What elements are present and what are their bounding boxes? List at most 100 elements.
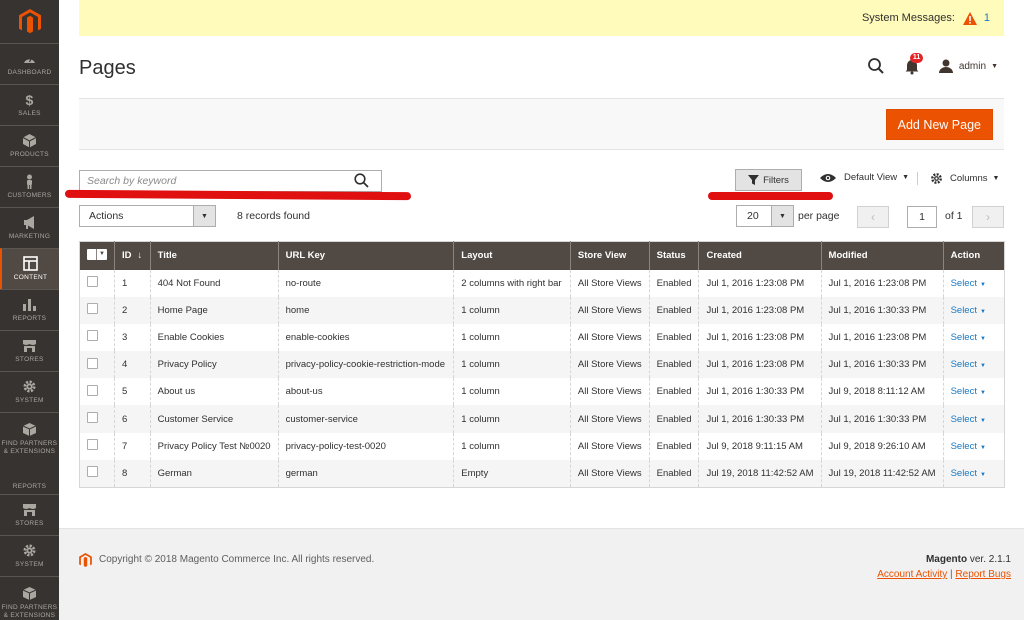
sidebar-item-reports[interactable]: REPORTS [0, 289, 59, 330]
sidebar-item-reports[interactable]: REPORTS [0, 464, 59, 494]
keyword-search-input[interactable]: Search by keyword [79, 170, 382, 192]
table-row[interactable]: 6 Customer Service customer-service 1 colum… [79, 405, 1005, 433]
column-header-layout[interactable]: Layout [453, 241, 571, 270]
row-action-select[interactable]: Select ▼ [951, 468, 986, 479]
row-checkbox[interactable] [87, 466, 98, 478]
warning-icon [962, 11, 977, 25]
cell-url: privacy-policy-cookie-restriction-mode [277, 351, 454, 379]
search-icon[interactable] [867, 57, 885, 75]
sidebar-item-label: CONTENT [13, 274, 48, 281]
sidebar-item-stores[interactable]: STORES [0, 330, 59, 371]
gear-icon [23, 544, 36, 557]
sidebar-item-marketing[interactable]: MARKETING [0, 207, 59, 248]
previous-page-button[interactable]: ‹ [857, 206, 889, 228]
system-messages-label: System Messages: [861, 12, 955, 24]
cell-store: All Store Views [569, 296, 650, 324]
search-icon[interactable] [354, 173, 369, 188]
sidebar-item-label: FIND PARTNERS & EXTENSIONS [1, 603, 58, 619]
cell-created: Jul 1, 2016 1:23:08 PM [698, 323, 822, 352]
sidebar-item-label: SYSTEM [15, 561, 44, 568]
mass-actions-dropdown[interactable]: Actions ▼ [79, 205, 216, 227]
sidebar-item-products[interactable]: PRODUCTS [0, 125, 59, 166]
cell-modified: Jul 1, 2016 1:30:33 PM [820, 351, 944, 379]
box-icon [22, 422, 37, 436]
table-row[interactable]: 2 Home Page home 1 column All Store Views Ena… [79, 296, 1005, 324]
row-checkbox[interactable] [87, 330, 98, 342]
column-header-modified[interactable]: Modified [820, 241, 944, 270]
column-header-title[interactable]: Title [149, 241, 279, 270]
caret-down-icon: ▼ [979, 390, 986, 397]
system-messages-count[interactable]: 1 [984, 12, 990, 24]
row-action-select[interactable]: Select ▼ [951, 332, 986, 343]
account-activity-link[interactable]: Account Activity [877, 569, 947, 580]
columns-control[interactable]: Columns ▼ [917, 172, 999, 185]
cell-layout: 1 column [453, 432, 571, 460]
sidebar-item-label: SYSTEM [15, 397, 44, 404]
table-row[interactable]: 5 About us about-us 1 column All Store Views… [79, 378, 1005, 406]
per-page-value: 20 [747, 210, 759, 222]
report-bugs-link[interactable]: Report Bugs [955, 569, 1011, 580]
cell-title: About us [149, 378, 279, 406]
row-action-select[interactable]: Select ▼ [951, 278, 986, 289]
row-checkbox[interactable] [87, 276, 98, 288]
next-page-button[interactable]: › [972, 206, 1004, 228]
per-page-select[interactable]: 20 ▼ [736, 205, 794, 227]
table-row[interactable]: 4 Privacy Policy privacy-policy-cookie-res… [79, 351, 1005, 379]
user-name: admin [958, 60, 987, 72]
cell-url: home [277, 296, 454, 324]
sidebar-item-sales[interactable]: $ SALES [0, 84, 59, 125]
page-number-input[interactable]: 1 [907, 206, 937, 228]
row-action-select[interactable]: Select ▼ [951, 305, 986, 316]
table-row[interactable]: 7 Privacy Policy Test №0020 privacy-policy… [79, 432, 1005, 460]
add-new-page-button[interactable]: Add New Page [885, 109, 993, 140]
cell-title: Enable Cookies [149, 323, 279, 352]
cell-action: Select ▼ [942, 296, 1005, 324]
row-checkbox[interactable] [87, 357, 98, 369]
column-header-status[interactable]: Status [648, 241, 699, 270]
row-action-select[interactable]: Select ▼ [951, 414, 986, 425]
sidebar-item-content[interactable]: CONTENT [0, 248, 59, 289]
version-number: ver. 2.1.1 [967, 554, 1011, 565]
table-row[interactable]: 8 German german Empty All Store Views Enabled… [79, 459, 1005, 487]
sidebar-item-system[interactable]: SYSTEM [0, 535, 59, 576]
table-row[interactable]: 3 Enable Cookies enable-cookies 1 column All… [79, 323, 1005, 352]
column-header-created[interactable]: Created [698, 241, 822, 270]
caret-down-icon: ▼ [979, 308, 986, 315]
main-content: System Messages: 1 Pages 11 admin ▼ Add … [59, 0, 1024, 620]
pages-grid: ▼ ID ↓ Title URL Key Layout Store View St… [79, 241, 1005, 488]
row-checkbox[interactable] [87, 439, 98, 451]
sidebar-item-dashboard[interactable]: DASHBOARD [0, 43, 59, 84]
chevron-down-icon[interactable]: ▼ [193, 206, 215, 226]
caret-down-icon: ▼ [979, 471, 986, 478]
row-checkbox[interactable] [87, 303, 98, 315]
chevron-down-icon[interactable]: ▼ [771, 206, 793, 226]
cell-action: Select ▼ [942, 432, 1005, 460]
row-action-select[interactable]: Select ▼ [951, 441, 986, 452]
row-action-select[interactable]: Select ▼ [951, 359, 986, 370]
notifications-button[interactable]: 11 [903, 53, 924, 75]
row-checkbox[interactable] [87, 412, 98, 424]
sidebar-item-find-partners-extensions[interactable]: FIND PARTNERS & EXTENSIONS [0, 412, 59, 464]
filters-button[interactable]: Filters [735, 169, 802, 191]
table-row[interactable]: 1 404 Not Found no-route 2 columns with rig… [79, 269, 1005, 297]
sidebar-item-system[interactable]: SYSTEM [0, 371, 59, 412]
mass-select-header[interactable]: ▼ [79, 241, 115, 270]
cell-created: Jul 1, 2016 1:30:33 PM [698, 405, 822, 433]
sidebar-item-stores[interactable]: STORES [0, 494, 59, 535]
row-action-select[interactable]: Select ▼ [951, 386, 986, 397]
row-checkbox[interactable] [87, 384, 98, 396]
magento-logo[interactable] [0, 0, 59, 43]
sidebar-item-find-partners-extensions[interactable]: FIND PARTNERS & EXTENSIONS [0, 576, 59, 620]
column-header-url-key[interactable]: URL Key [277, 241, 454, 270]
user-menu[interactable]: admin ▼ [938, 59, 998, 73]
view-switcher[interactable]: Default View ▼ [820, 172, 909, 183]
filters-label: Filters [763, 174, 789, 186]
column-header-store-view[interactable]: Store View [569, 241, 650, 270]
sidebar-item-customers[interactable]: CUSTOMERS [0, 166, 59, 207]
mass-select-checkbox[interactable]: ▼ [87, 248, 107, 260]
per-page-label: per page [798, 210, 840, 222]
column-header-id[interactable]: ID ↓ [114, 241, 151, 270]
cell-modified: Jul 1, 2016 1:30:33 PM [820, 405, 944, 433]
notifications-badge: 11 [909, 53, 924, 63]
caret-down-icon: ▼ [979, 363, 986, 370]
